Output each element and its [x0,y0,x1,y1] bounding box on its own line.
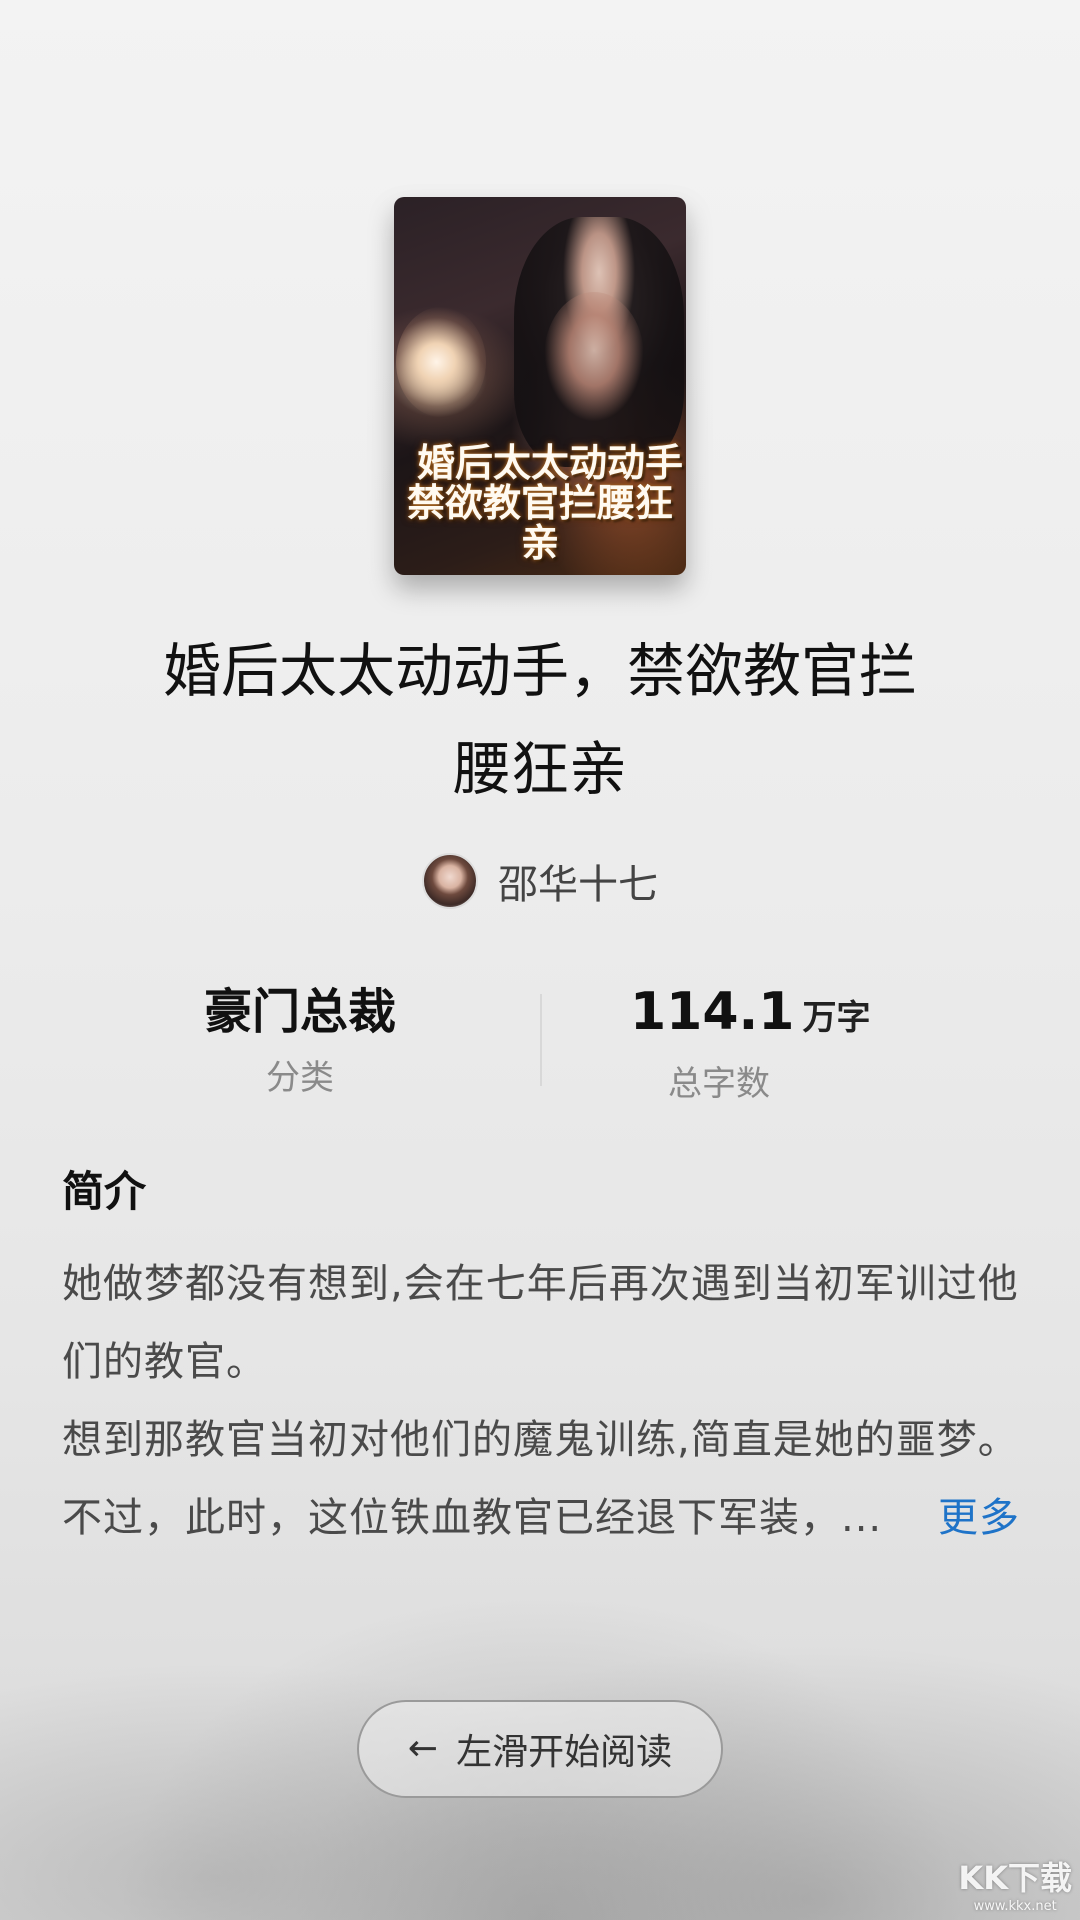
more-link[interactable]: 更多 [938,1479,1020,1557]
cover-title-line2: 禁欲教官拦腰狂亲 [406,480,673,566]
word-count-value: 114.1 [630,982,795,1042]
watermark-sub: www.kkx.net [973,1899,1057,1914]
book-title: 婚后太太动动手，禁欲教官拦 腰狂亲 [90,622,990,818]
intro-paragraph-2: 想到那教官当初对他们的魔鬼训练,简直是她的噩梦。 [62,1417,1019,1463]
intro-body: 她做梦都没有想到,会在七年后再次遇到当初军训过他们的教官。 想到那教官当初对他们… [62,1245,1022,1557]
cover-title-line1: 婚后太太动动手 [416,440,683,486]
watermark-logo: KK下载 www.kkx.net [958,1853,1072,1914]
intro-last-line: 不过，此时，这位铁血教官已经退下军装，... 更多 [62,1479,1022,1557]
cover-figure-woman [544,292,644,422]
book-title-line2: 腰狂亲 [452,735,627,803]
author-row[interactable]: 邵华十七 [0,852,1080,910]
book-stats: 豪门总裁 分类 114.1 万字 总字数 [0,980,1080,1104]
stat-word-count: 114.1 万字 总字数 [630,980,950,1105]
category-value: 豪门总裁 [203,984,396,1040]
cover-artwork: 婚后太太动动手 禁欲教官拦腰狂亲 [394,197,686,575]
watermark-main: KK下载 [958,1859,1072,1897]
start-reading-button[interactable]: ← 左滑开始阅读 [357,1700,723,1798]
arrow-left-icon: ← [407,1728,439,1769]
category-label: 分类 [266,1058,334,1098]
cover-title: 婚后太太动动手 禁欲教官拦腰狂亲 [394,443,686,563]
author-name[interactable]: 邵华十七 [498,852,658,910]
intro-paragraph-1: 她做梦都没有想到,会在七年后再次遇到当初军训过他们的教官。 [62,1261,1019,1385]
start-reading-label: 左滑开始阅读 [456,1732,673,1773]
stats-divider [540,994,542,1086]
book-title-line1: 婚后太太动动手，禁欲教官拦 [162,637,917,705]
book-cover[interactable]: 婚后太太动动手 禁欲教官拦腰狂亲 [394,197,686,575]
stat-category: 豪门总裁 分类 [150,980,450,1099]
word-count-label: 总字数 [668,1064,770,1104]
book-detail-screen: 婚后太太动动手 禁欲教官拦腰狂亲 婚后太太动动手，禁欲教官拦 腰狂亲 邵华十七 … [0,0,1080,1920]
author-avatar[interactable] [422,853,478,909]
word-count-unit: 万字 [802,998,871,1038]
intro-paragraph-3: 不过，此时，这位铁血教官已经退下军装，... [62,1495,883,1541]
intro-heading: 简介 [62,1167,147,1216]
cover-flowers [396,307,486,417]
